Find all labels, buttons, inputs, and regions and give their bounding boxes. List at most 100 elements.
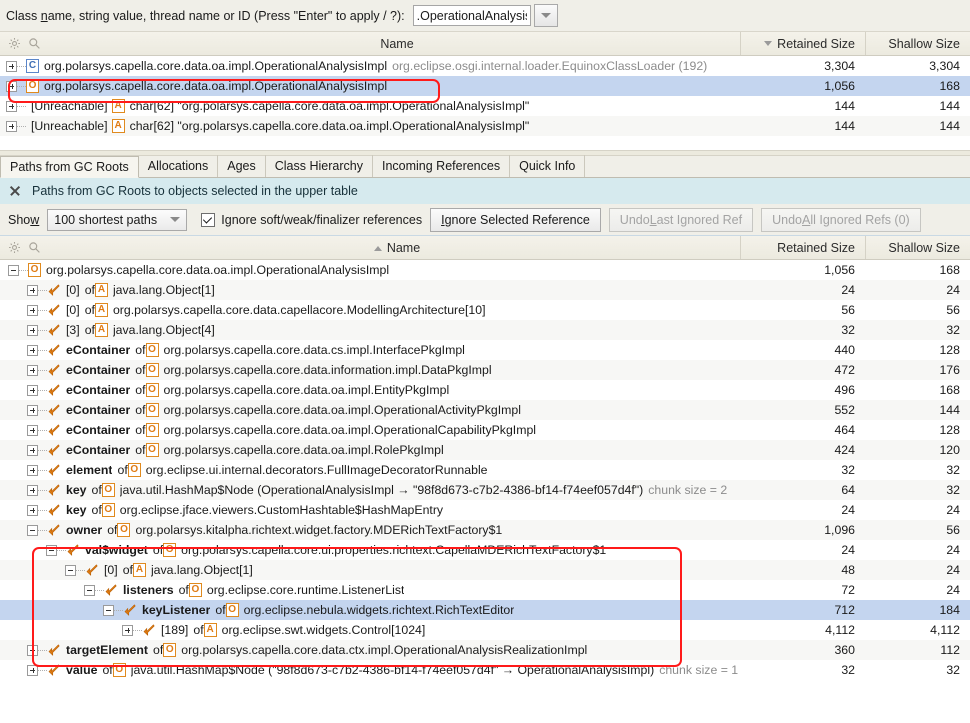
collapse-icon[interactable] [27,524,38,536]
row-text: org.eclipse.swt.widgets.Control[1024] [221,623,426,637]
table-row[interactable]: [189] of Aorg.eclipse.swt.widgets.Control[… [0,620,970,640]
row-field-name: keyListener [142,603,211,617]
table-row[interactable]: listeners of Oorg.eclipse.core.runtime.Lis… [0,580,970,600]
expand-icon[interactable] [27,364,38,376]
tab-paths-from-gc-roots[interactable]: Paths from GC Roots [0,156,139,178]
table-row[interactable]: Oorg.polarsys.capella.core.data.oa.impl.… [0,260,970,280]
row-text: org.polarsys.capella.core.data.informati… [163,363,492,377]
table-row[interactable]: eContainer of Oorg.polarsys.capella.core.d… [0,360,970,380]
table-row[interactable]: [Unreachable] Achar[62] "org.polarsys.cap… [0,96,970,116]
expand-icon[interactable] [27,484,38,496]
retained-size-cell: 552 [834,403,855,417]
collapse-icon[interactable] [84,584,95,596]
type-badge-o: O [145,343,159,357]
search-icon[interactable] [28,241,41,254]
tab-class-hierarchy[interactable]: Class Hierarchy [266,155,373,177]
table-row[interactable]: [0] of Ajava.lang.Object[1] 24 24 [0,280,970,300]
upper-col-name[interactable]: Name [54,37,740,51]
expand-icon[interactable] [27,284,38,296]
row-name-cell: keyListener of Oorg.eclipse.nebula.widgets… [0,603,740,617]
table-row[interactable]: value of Ojava.util.HashMap$Node ("98f8d67… [0,660,970,680]
expand-icon[interactable] [6,100,17,112]
table-row[interactable]: eContainer of Oorg.polarsys.capella.core.d… [0,440,970,460]
close-icon[interactable] [8,184,22,198]
table-row[interactable]: targetElement of Oorg.polarsys.capella.cor… [0,640,970,660]
table-row[interactable]: key of Ojava.util.HashMap$Node (Operationa… [0,480,970,500]
table-row[interactable]: [Unreachable] Achar[62] "org.polarsys.cap… [0,116,970,136]
table-row[interactable]: eContainer of Oorg.polarsys.capella.core.d… [0,420,970,440]
table-row[interactable]: val$widget of Oorg.polarsys.capella.core.u… [0,540,970,560]
tab-quick-info[interactable]: Quick Info [510,155,586,177]
expand-icon[interactable] [27,404,38,416]
expand-icon[interactable] [27,504,38,516]
expand-icon[interactable] [27,344,38,356]
table-row[interactable]: [3] of Ajava.lang.Object[4] 32 32 [0,320,970,340]
row-name-cell: [Unreachable] Achar[62] "org.polarsys.cap… [0,99,740,113]
gear-icon[interactable] [8,241,21,254]
lower-col-retained-size[interactable]: Retained Size [740,236,865,259]
row-of-label: of [153,643,164,657]
table-row[interactable]: key of Oorg.eclipse.jface.viewers.CustomHa… [0,500,970,520]
tree-connector [38,329,47,331]
expand-icon[interactable] [27,304,38,316]
table-row[interactable]: eContainer of Oorg.polarsys.capella.core.d… [0,380,970,400]
lower-col-shallow-size[interactable]: Shallow Size [865,236,970,259]
expand-icon[interactable] [6,80,17,92]
ignore-selected-reference-button[interactable]: Ig nore Selected Reference [430,207,601,232]
tab-incoming-references[interactable]: Incoming References [373,155,511,177]
type-badge-o: O [145,403,159,417]
table-row[interactable]: Oorg.polarsys.capella.core.data.oa.impl.… [0,76,970,96]
row-text: org.polarsys.capella.core.data.oa.impl.O… [46,263,390,277]
class-filter-input[interactable] [412,5,531,26]
row-name-cell: [3] of Ajava.lang.Object[4] [0,323,740,337]
expand-icon[interactable] [27,384,38,396]
table-row[interactable]: [0] of Ajava.lang.Object[1] 48 24 [0,560,970,580]
table-row[interactable]: Corg.polarsys.capella.core.data.oa.impl.… [0,56,970,76]
row-text: org.eclipse.nebula.widgets.richtext.Rich… [243,603,515,617]
expand-icon[interactable] [27,644,38,656]
expand-icon[interactable] [122,624,133,636]
tab-ages[interactable]: Ages [218,155,266,177]
filter-history-dropdown-button[interactable] [533,4,558,27]
expand-icon[interactable] [27,324,38,336]
expand-icon[interactable] [6,60,17,72]
gear-icon[interactable] [8,37,21,50]
collapse-icon[interactable] [46,544,57,556]
retained-size-cell: 1,056 [824,79,855,93]
table-row[interactable]: [0] of Aorg.polarsys.capella.core.data.cap… [0,300,970,320]
table-row[interactable]: eContainer of Oorg.polarsys.capella.core.d… [0,340,970,360]
table-row[interactable]: owner of Oorg.polarsys.kitalpha.richtext.w… [0,520,970,540]
tab-label: Allocations [147,159,209,173]
expand-icon[interactable] [6,120,17,132]
collapse-icon[interactable] [8,264,19,276]
detail-tabs: Paths from GC Roots Allocations Ages Class … [0,155,970,178]
lower-col-name[interactable]: Name [54,241,740,255]
upper-col-retained-label: Retained Size [777,36,855,51]
row-field-name: [0] [66,283,80,297]
search-icon[interactable] [28,37,41,50]
table-row[interactable]: keyListener of Oorg.eclipse.nebula.widgets… [0,600,970,620]
expand-icon[interactable] [27,424,38,436]
tree-connector [114,609,123,611]
upper-col-retained-size[interactable]: Retained Size [740,32,865,55]
expand-icon[interactable] [27,664,38,676]
tree-connector [38,649,47,651]
shallow-size-cell: 128 [939,423,960,437]
undo-all-ignored-refs-button: Undo All Ignored Refs (0) [761,207,921,232]
table-row[interactable]: element of Oorg.eclipse.ui.internal.decora… [0,460,970,480]
row-text: java.lang.Object[1] [112,283,215,297]
type-badge-o: O [112,663,126,677]
collapse-icon[interactable] [65,564,76,576]
shortest-paths-dropdown[interactable]: 100 shortest paths [47,208,188,231]
upper-table-header: Name Retained Size Shallow Size [0,32,970,56]
expand-icon[interactable] [27,444,38,456]
upper-col-shallow-size[interactable]: Shallow Size [865,32,970,55]
table-row[interactable]: eContainer of Oorg.polarsys.capella.core.d… [0,400,970,420]
ignore-soft-weak-checkbox[interactable]: Ignore soft/weak/finalizer references [201,212,422,227]
row-name-cell: element of Oorg.eclipse.ui.internal.decora… [0,463,740,477]
collapse-icon[interactable] [103,604,114,616]
row-field-name: key [66,483,87,497]
tab-allocations[interactable]: Allocations [139,155,219,177]
row-name-cell: owner of Oorg.polarsys.kitalpha.richtext.w… [0,523,740,537]
expand-icon[interactable] [27,464,38,476]
